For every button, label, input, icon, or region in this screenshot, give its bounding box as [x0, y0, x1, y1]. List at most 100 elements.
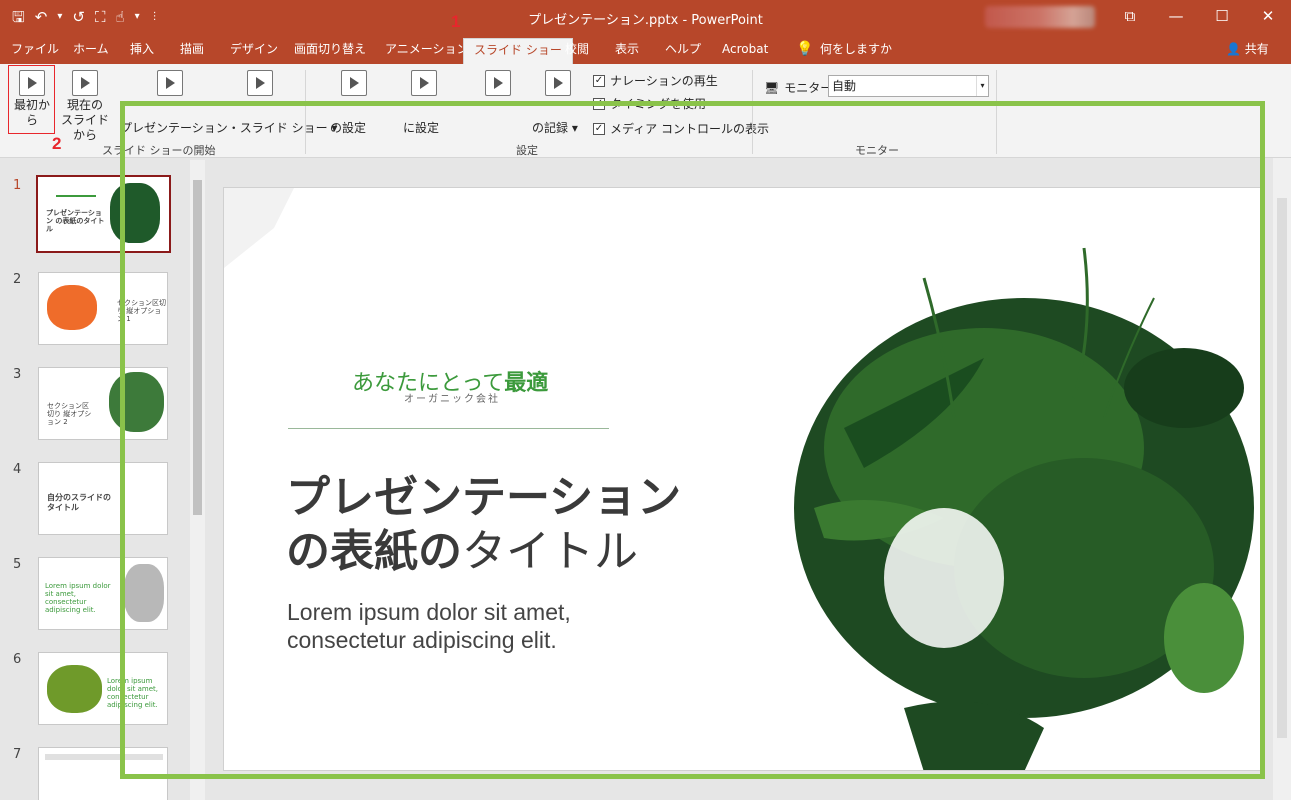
group-label-monitor: モニター — [855, 144, 899, 157]
tab-slide-show[interactable]: スライド ショー — [463, 38, 573, 64]
timing-label: タイミングを使用 — [610, 97, 707, 111]
setup-show-button[interactable] — [334, 70, 374, 98]
slide-number: 6 — [13, 652, 22, 667]
checkmark-icon: ✓ — [593, 122, 605, 135]
tab-home[interactable]: ホーム — [73, 36, 109, 64]
thumbnail-card[interactable]: セクション区切り 縦オプション 1 — [38, 272, 168, 345]
thumbnail-text: プレゼンテーション の表紙のタイトル — [46, 209, 105, 233]
thumbnail-card[interactable] — [38, 747, 168, 800]
minimize-button[interactable]: — — [1153, 0, 1199, 36]
from-current-label-1: 現在の — [66, 98, 103, 112]
group-separator — [752, 70, 753, 154]
slide-subtitle-line1: Lorem ipsum dolor sit amet, — [287, 599, 571, 625]
slide-number: 4 — [13, 462, 22, 477]
from-current-slide-button[interactable]: 現在の スライドから — [56, 70, 114, 143]
maximize-button[interactable]: ☐ — [1199, 0, 1245, 36]
scrollbar-thumb[interactable] — [1277, 198, 1287, 738]
plant-image — [47, 665, 102, 713]
hide-slide-icon — [411, 70, 437, 96]
current-slide-icon — [72, 70, 98, 96]
record-show-button[interactable] — [538, 70, 578, 98]
slide-subtitle-line2: consectetur adipiscing elit. — [287, 627, 557, 653]
slide-title-line1: プレゼンテーション — [286, 472, 682, 523]
share-button[interactable]: 👤 共有 — [1226, 36, 1269, 64]
group-label-setup: 設定 — [516, 144, 538, 157]
thumbnail-text: セクション区切り 縦オプション 1 — [117, 299, 166, 323]
from-current-label-2: スライドから — [60, 113, 109, 142]
thumbnail-card[interactable]: Lorem ipsum dolor sit amet, consectetur … — [38, 652, 168, 725]
thumbnail-brand-line — [56, 195, 96, 197]
slide-number: 1 — [13, 178, 22, 193]
annotation-number-1: 1 — [451, 12, 461, 31]
slide-subtitle: Lorem ipsum dolor sit amet, consectetur … — [287, 598, 571, 654]
title-bar: 🖫 ↶ ▾ ↺ ⛶ ☝ ▾ ⋮ プレゼンテーション.pptx - PowerPo… — [0, 0, 1291, 36]
hide-slide-button[interactable] — [404, 70, 444, 98]
slide-title: プレゼンテーション の表紙のタイトル — [286, 471, 681, 579]
tab-view[interactable]: 表示 — [615, 36, 639, 64]
thumbnail-card[interactable]: Lorem ipsum dolor sit amet, consectetur … — [38, 557, 168, 630]
sketch-image — [124, 564, 164, 622]
thumbnail-text: Lorem ipsum dolor sit amet, consectetur … — [107, 677, 159, 709]
share-label: 共有 — [1244, 42, 1269, 56]
powerpoint-window: 🖫 ↶ ▾ ↺ ⛶ ☝ ▾ ⋮ プレゼンテーション.pptx - PowerPo… — [0, 0, 1291, 800]
document-title: プレゼンテーション.pptx - PowerPoint — [528, 13, 763, 28]
slide-number: 7 — [13, 747, 22, 762]
close-button[interactable]: ✕ — [1245, 0, 1291, 36]
brand-tagline-bold: 最適 — [504, 371, 549, 396]
thumbnail-text: セクション区切り 縦オプション 2 — [47, 402, 92, 426]
ribbon-display-icon[interactable]: ⧉ — [1107, 0, 1153, 36]
tab-draw[interactable]: 描画 — [180, 36, 204, 64]
setup-icon — [341, 70, 367, 96]
thumbnail-card[interactable]: セクション区切り 縦オプション 2 — [38, 367, 168, 440]
monitor-label: 🖥 モニター: — [764, 79, 836, 96]
thumbnail-scrollbar[interactable] — [190, 160, 205, 800]
tell-me-search[interactable]: 何をしますか — [820, 36, 892, 64]
thumbnail-text: 自分のスライドの タイトル — [47, 493, 111, 512]
ribbon-tabs: ファイル ホーム 挿入 描画 デザイン 画面切り替え アニメーション スライド … — [0, 36, 1291, 64]
media-controls-label: メディア コントロールの表示 — [610, 122, 769, 136]
divider-line — [288, 428, 609, 429]
thumbnail-card[interactable]: プレゼンテーション の表紙のタイトル — [36, 175, 171, 253]
slide-number: 5 — [13, 557, 22, 572]
record-dropdown[interactable]: の記録 ▾ — [532, 121, 578, 136]
setup-label: の設定 — [330, 121, 367, 135]
slide-number: 3 — [13, 367, 22, 382]
thumbnail-header-bar — [45, 754, 163, 760]
slide-number: 2 — [13, 272, 22, 287]
slide-editing-pane: あなたにとって最適 オーガニック会社 プレゼンテーション の表紙のタイトル Lo… — [205, 158, 1291, 800]
timing-checkbox[interactable]: ✓ タイミングを使用 — [593, 95, 706, 112]
tab-file[interactable]: ファイル — [11, 36, 59, 64]
present-online-icon-button[interactable] — [150, 70, 190, 98]
custom-show-icon-button[interactable] — [240, 70, 280, 98]
tab-design[interactable]: デザイン — [230, 36, 278, 64]
tab-review[interactable]: 校閲 — [565, 36, 589, 64]
scrollbar-thumb[interactable] — [193, 180, 202, 515]
monitor-select[interactable]: 自動 ▾ — [828, 75, 989, 97]
orange-flower-image — [47, 285, 97, 330]
checkmark-icon: ✓ — [593, 97, 605, 110]
monitor-icon: 🖥 — [764, 80, 780, 95]
hide-label: に設定 — [403, 121, 440, 135]
custom-slides-icon — [247, 70, 273, 96]
thumbnail-card[interactable]: 自分のスライドの タイトル — [38, 462, 168, 535]
brand-subtitle: オーガニック会社 — [404, 394, 500, 405]
narration-checkbox[interactable]: ✓ ナレーションの再生 — [593, 72, 718, 89]
clock-icon — [485, 70, 511, 96]
ribbon: 最初から 現在の スライドから プレゼンテーション・スライド ショー ▾ スライ… — [0, 64, 1291, 158]
current-slide[interactable]: あなたにとって最適 オーガニック会社 プレゼンテーション の表紙のタイトル Lo… — [223, 187, 1261, 771]
lightbulb-icon[interactable]: 💡 — [796, 36, 813, 64]
slide-title-line2-bold: の表紙の — [286, 526, 462, 577]
record-icon — [545, 70, 571, 96]
tab-help[interactable]: ヘルプ — [665, 36, 701, 64]
tab-insert[interactable]: 挿入 — [130, 36, 154, 64]
tab-animations[interactable]: アニメーション — [385, 36, 469, 64]
annotation-number-2: 2 — [52, 134, 62, 153]
tab-acrobat[interactable]: Acrobat — [722, 36, 768, 64]
rehearse-timings-button[interactable] — [478, 70, 518, 98]
tab-transitions[interactable]: 画面切り替え — [294, 36, 366, 64]
annotation-highlight-box — [8, 65, 55, 134]
slide-scrollbar[interactable] — [1273, 158, 1291, 800]
group-separator — [305, 70, 306, 154]
user-account-blurred[interactable] — [985, 6, 1095, 28]
media-controls-checkbox[interactable]: ✓ メディア コントロールの表示 — [593, 120, 769, 137]
